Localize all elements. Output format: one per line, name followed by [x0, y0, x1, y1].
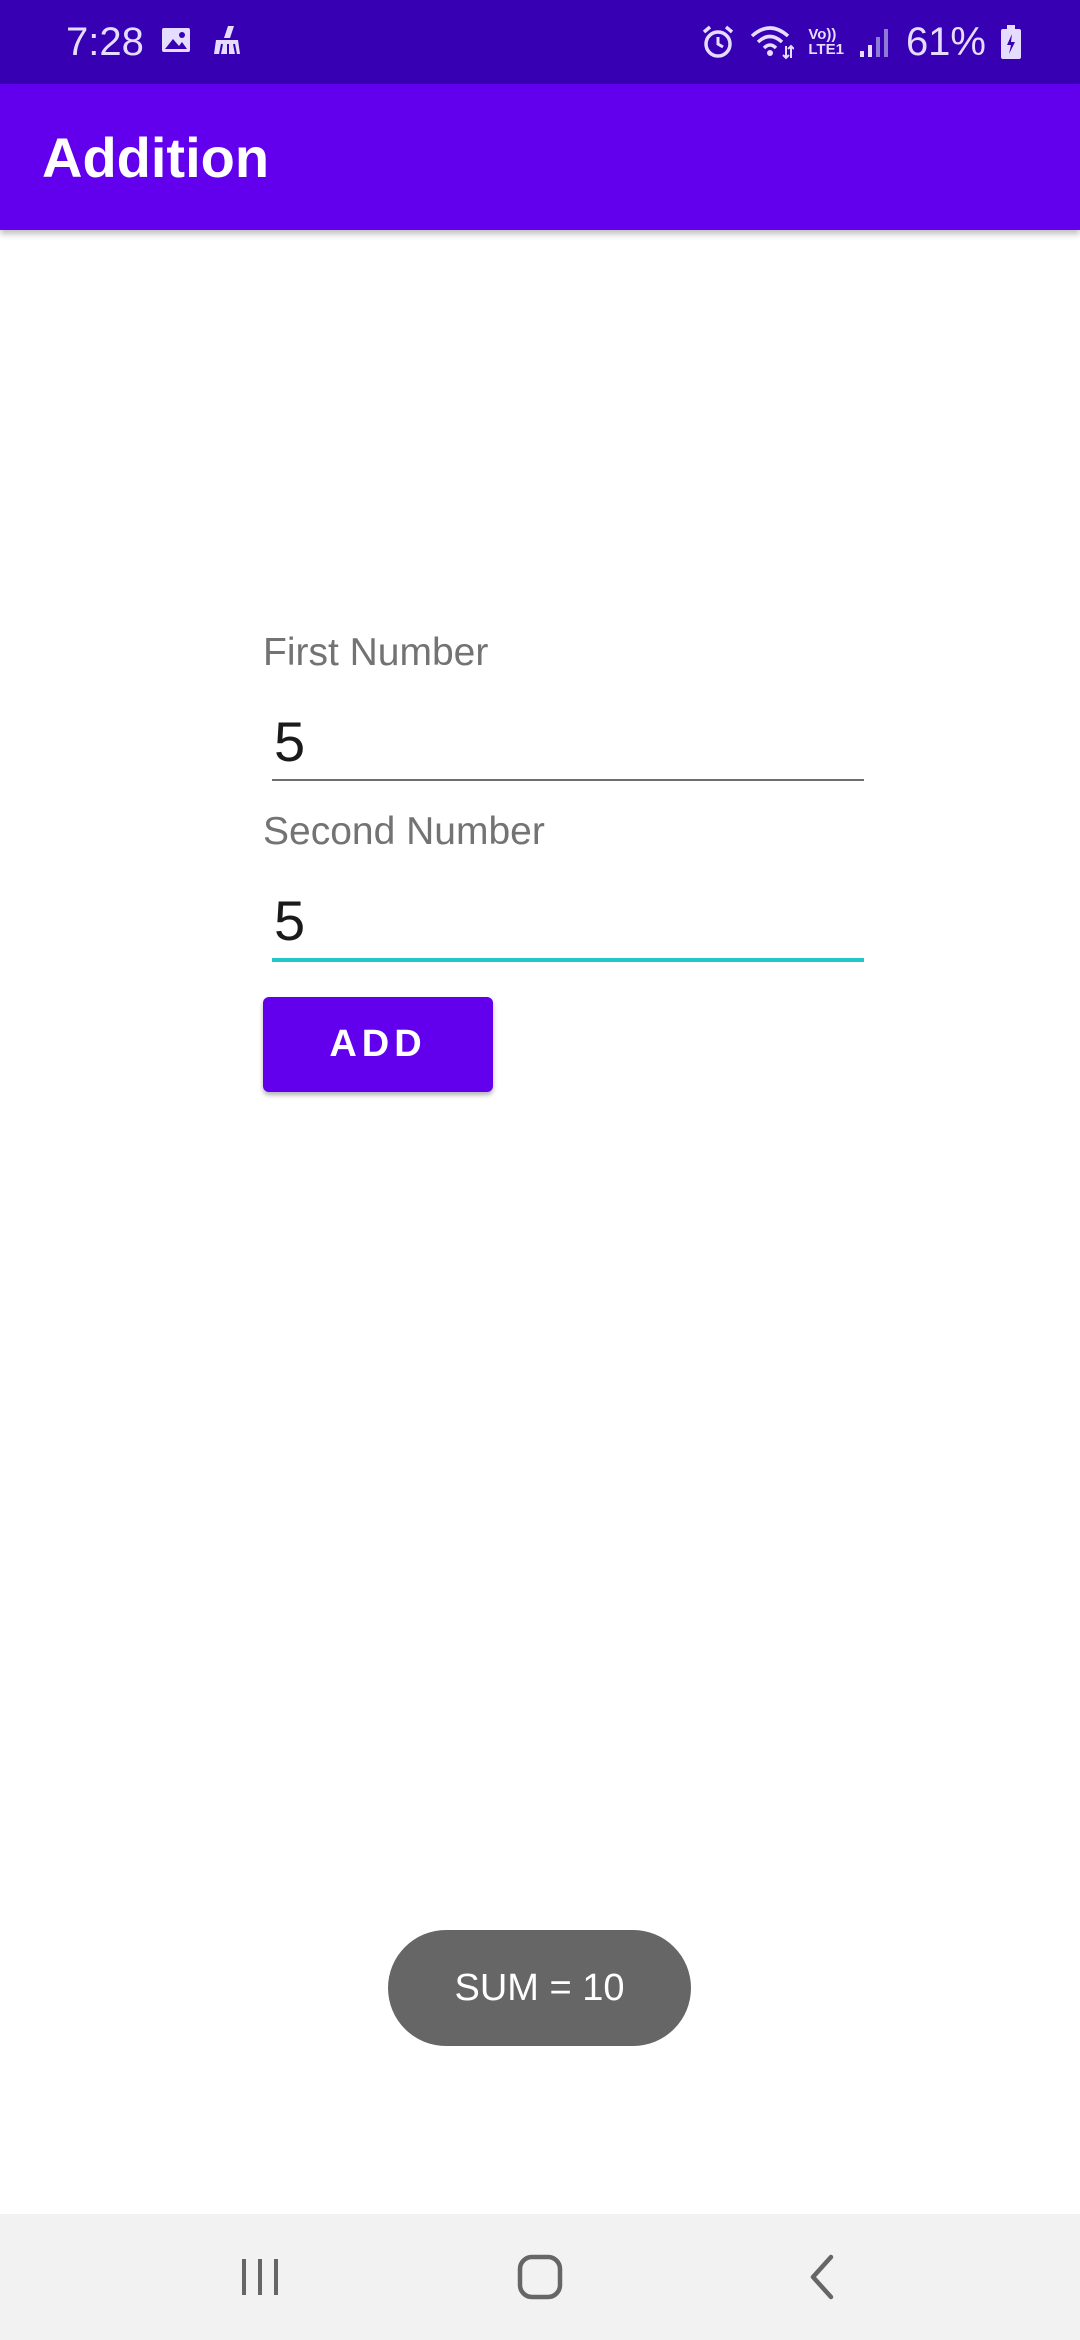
- status-left-icons: [160, 24, 244, 56]
- status-bar: 7:28 Vo)) LTE1 61%: [0, 0, 1080, 84]
- second-number-label: Second Number: [263, 810, 545, 853]
- second-number-input[interactable]: [272, 880, 864, 960]
- second-number-underline: [272, 958, 864, 962]
- status-right-icons: Vo)) LTE1 61%: [700, 16, 1022, 68]
- first-number-underline: [272, 779, 864, 781]
- status-time: 7:28: [66, 20, 144, 64]
- app-bar: Addition: [0, 84, 1080, 230]
- wifi-icon: [750, 24, 795, 60]
- add-button[interactable]: ADD: [263, 997, 493, 1092]
- back-icon: [810, 2254, 834, 2300]
- navigation-bar: [0, 2214, 1080, 2340]
- alarm-icon: [700, 24, 736, 60]
- battery-percent: 61%: [905, 20, 986, 64]
- recents-button[interactable]: [220, 2244, 300, 2310]
- lte-label: LTE1: [808, 41, 844, 58]
- volte-label: Vo)): [808, 26, 837, 43]
- cleaner-icon: [210, 24, 244, 56]
- battery-icon: [1000, 24, 1022, 60]
- back-button[interactable]: [782, 2244, 862, 2310]
- volte-icon: Vo)) LTE1: [808, 27, 844, 57]
- sum-toast: SUM = 10: [388, 1930, 691, 2046]
- signal-icon: [858, 25, 892, 59]
- home-icon: [517, 2254, 563, 2300]
- first-number-input[interactable]: [272, 701, 864, 781]
- image-icon: [160, 24, 192, 56]
- app-title: Addition: [42, 126, 270, 189]
- first-number-label: First Number: [263, 631, 489, 674]
- home-button[interactable]: [500, 2244, 580, 2310]
- recents-icon: [242, 2259, 278, 2295]
